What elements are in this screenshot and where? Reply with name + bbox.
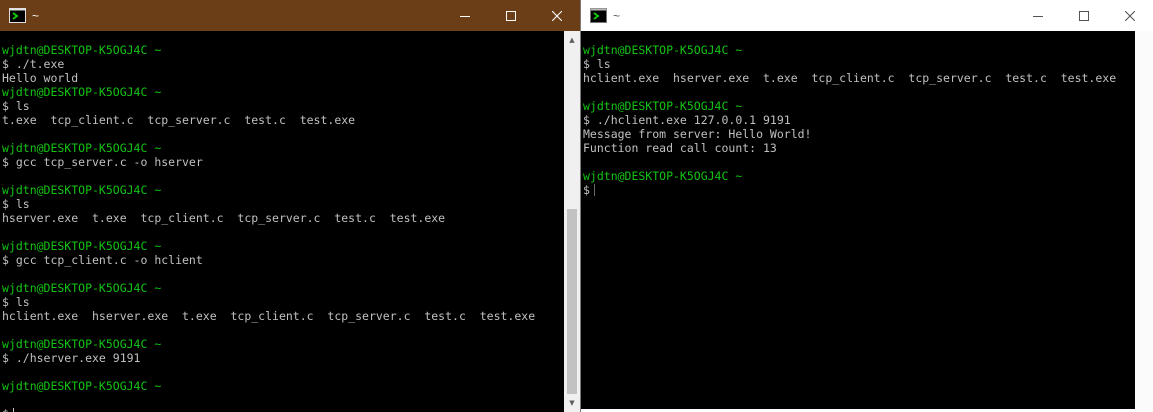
right-title-bar[interactable]: ~	[581, 0, 1153, 31]
maximize-icon[interactable]	[1061, 0, 1107, 31]
prompt-line: wjdtn@DESKTOP-K5OGJ4C ~	[2, 183, 535, 197]
left-window-title: ~	[32, 8, 40, 23]
left-title-bar[interactable]: ~	[0, 0, 580, 31]
terminal-line: $ ./t.exe	[2, 57, 535, 71]
close-icon[interactable]	[534, 0, 580, 31]
right-terminal-window[interactable]: ~ wjdtn@DESKTOP-K5OGJ4C ~ $ ls hclient.exe…	[580, 0, 1153, 412]
line-text: $ ./hserver.exe 9191	[2, 351, 141, 365]
line-text: $ ls	[2, 197, 30, 211]
line-text: Message from server: Hello World!	[583, 127, 812, 141]
terminal-line: $ ls	[2, 197, 535, 211]
line-text: t.exe tcp_client.c tcp_server.c test.c t…	[2, 113, 356, 127]
line-text: $ gcc tcp_client.c -o hclient	[2, 253, 203, 267]
terminal-line: $ ls	[583, 57, 1116, 71]
terminal-line: $ gcc tcp_client.c -o hclient	[2, 253, 535, 267]
line-text: $ ls	[583, 57, 611, 71]
line-text: wjdtn@DESKTOP-K5OGJ4C ~	[2, 239, 162, 253]
line-text: wjdtn@DESKTOP-K5OGJ4C ~	[2, 379, 162, 393]
minimize-icon[interactable]	[442, 0, 488, 31]
line-text: wjdtn@DESKTOP-K5OGJ4C ~	[2, 281, 162, 295]
terminal-line: $ ./hclient.exe 127.0.0.1 9191	[583, 113, 1116, 127]
left-terminal-output[interactable]: wjdtn@DESKTOP-K5OGJ4C ~ $ ./t.exe Hello wo…	[0, 31, 564, 412]
right-scrollbar[interactable]	[1135, 31, 1153, 412]
line-text: hclient.exe hserver.exe t.exe tcp_client…	[2, 309, 536, 323]
line-text: wjdtn@DESKTOP-K5OGJ4C ~	[583, 43, 743, 57]
line-text: $ ./hclient.exe 127.0.0.1 9191	[583, 113, 791, 127]
line-text: Function read call count: 13	[583, 141, 777, 155]
prompt-line: wjdtn@DESKTOP-K5OGJ4C ~	[2, 141, 535, 155]
mintty-terminal-icon[interactable]	[9, 8, 26, 23]
close-icon[interactable]	[1107, 0, 1153, 31]
scroll-down-icon[interactable]: ▼	[564, 396, 580, 410]
text-cursor	[12, 408, 14, 412]
input-line: $	[2, 407, 535, 412]
terminal-line: $ ./hserver.exe 9191	[2, 351, 535, 365]
right-terminal-output[interactable]: wjdtn@DESKTOP-K5OGJ4C ~ $ ls hclient.exe h…	[581, 31, 1135, 412]
input-line: $	[583, 183, 1116, 197]
left-terminal-window[interactable]: ~ wjdtn@DESKTOP-K5OGJ4C ~ $ ./t.exe Hello …	[0, 0, 580, 412]
line-text: hclient.exe hserver.exe t.exe tcp_client…	[583, 71, 1117, 85]
line-text: wjdtn@DESKTOP-K5OGJ4C ~	[2, 43, 162, 57]
prompt-line: wjdtn@DESKTOP-K5OGJ4C ~	[583, 169, 1116, 183]
line-text: Hello world	[2, 71, 79, 85]
prompt-line: wjdtn@DESKTOP-K5OGJ4C ~	[2, 337, 535, 351]
prompt-line: wjdtn@DESKTOP-K5OGJ4C ~	[2, 43, 535, 57]
prompt-line: wjdtn@DESKTOP-K5OGJ4C ~	[583, 43, 1116, 57]
maximize-icon[interactable]	[488, 0, 534, 31]
line-text: wjdtn@DESKTOP-K5OGJ4C ~	[2, 183, 162, 197]
line-text: wjdtn@DESKTOP-K5OGJ4C ~	[583, 169, 743, 183]
prompt-line: wjdtn@DESKTOP-K5OGJ4C ~	[2, 281, 535, 295]
left-line-list: wjdtn@DESKTOP-K5OGJ4C ~ $ ./t.exe Hello wo…	[2, 43, 535, 412]
terminal-line: Message from server: Hello World!	[583, 127, 1116, 141]
line-text: wjdtn@DESKTOP-K5OGJ4C ~	[2, 337, 162, 351]
terminal-line: t.exe tcp_client.c tcp_server.c test.c t…	[2, 113, 535, 127]
terminal-line: $ ls	[2, 99, 535, 113]
line-text: $	[583, 183, 590, 197]
prompt-line: wjdtn@DESKTOP-K5OGJ4C ~	[2, 85, 535, 99]
line-text: hserver.exe t.exe tcp_client.c tcp_serve…	[2, 211, 446, 225]
line-text: $ ls	[2, 99, 30, 113]
minimize-icon[interactable]	[1015, 0, 1061, 31]
line-text: wjdtn@DESKTOP-K5OGJ4C ~	[2, 85, 162, 99]
terminal-line: Function read call count: 13	[583, 141, 1116, 155]
left-scrollbar[interactable]: ▲ ▼	[564, 31, 580, 412]
line-text: $ ls	[2, 295, 30, 309]
prompt-line: wjdtn@DESKTOP-K5OGJ4C ~	[583, 99, 1116, 113]
prompt-line: wjdtn@DESKTOP-K5OGJ4C ~	[2, 239, 535, 253]
mintty-terminal-icon[interactable]	[590, 8, 607, 23]
terminal-line: $ ls	[2, 295, 535, 309]
terminal-line: hclient.exe hserver.exe t.exe tcp_client…	[2, 309, 535, 323]
terminal-line: hclient.exe hserver.exe t.exe tcp_client…	[583, 71, 1116, 85]
line-text: $ gcc tcp_server.c -o hserver	[2, 155, 203, 169]
terminal-line: $ gcc tcp_server.c -o hserver	[2, 155, 535, 169]
scroll-up-icon[interactable]: ▲	[564, 33, 580, 47]
terminal-line: hserver.exe t.exe tcp_client.c tcp_serve…	[2, 211, 535, 225]
line-text: wjdtn@DESKTOP-K5OGJ4C ~	[2, 141, 162, 155]
line-text: $ ./t.exe	[2, 57, 65, 71]
line-text: wjdtn@DESKTOP-K5OGJ4C ~	[583, 99, 743, 113]
terminal-line: Hello world	[2, 71, 535, 85]
right-line-list: wjdtn@DESKTOP-K5OGJ4C ~ $ ls hclient.exe h…	[583, 43, 1116, 197]
scroll-thumb[interactable]	[567, 209, 577, 394]
line-text: $	[2, 407, 9, 412]
right-window-title: ~	[613, 8, 621, 23]
text-cursor	[593, 184, 595, 196]
prompt-line: wjdtn@DESKTOP-K5OGJ4C ~	[2, 379, 535, 393]
